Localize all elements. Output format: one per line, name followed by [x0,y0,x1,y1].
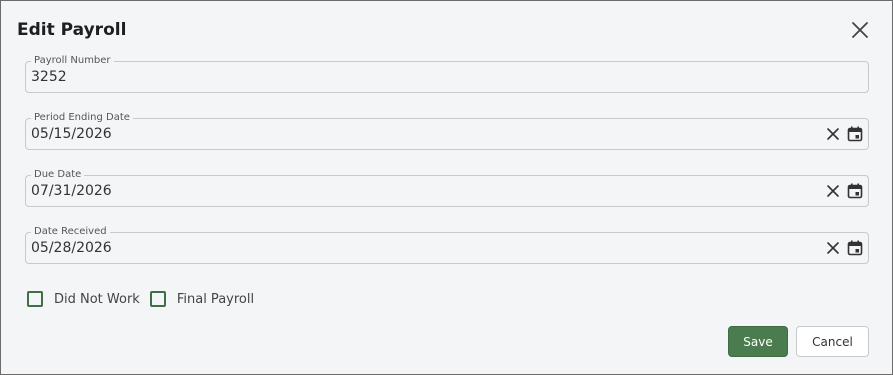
did-not-work-checkbox[interactable]: Did Not Work [27,291,140,307]
clear-icon [827,128,839,140]
due-date-input[interactable] [31,181,811,201]
checkbox-group: Did Not Work Final Payroll [27,291,264,307]
calendar-button[interactable] [846,124,864,144]
period-ending-date-label: Period Ending Date [31,111,133,124]
calendar-button[interactable] [846,238,864,258]
calendar-icon [847,240,863,256]
clear-icon [827,242,839,254]
cancel-button[interactable]: Cancel [796,326,869,357]
calendar-icon [847,183,863,199]
clear-icon [827,185,839,197]
close-button[interactable] [849,19,871,41]
dialog-title: Edit Payroll [17,20,127,40]
payroll-number-field: Payroll Number [25,54,869,93]
period-ending-date-input[interactable] [31,124,811,144]
period-ending-date-field: Period Ending Date [25,111,869,150]
clear-button[interactable] [824,124,842,144]
close-icon [852,22,868,38]
did-not-work-label: Did Not Work [54,291,140,307]
date-received-label: Date Received [31,225,110,238]
calendar-icon [847,126,863,142]
payroll-number-label: Payroll Number [31,54,114,67]
calendar-button[interactable] [846,181,864,201]
due-date-label: Due Date [31,168,85,181]
final-payroll-checkbox-box[interactable] [149,291,166,307]
save-button[interactable]: Save [728,326,788,357]
clear-button[interactable] [824,238,842,258]
payroll-number-input[interactable] [31,67,811,87]
date-received-input[interactable] [31,238,811,258]
did-not-work-checkbox-box[interactable] [27,291,43,307]
clear-button[interactable] [824,181,842,201]
date-received-field: Date Received [25,225,869,264]
edit-payroll-dialog: Edit Payroll Payroll Number Period Endin… [0,0,893,375]
final-payroll-checkbox[interactable]: Final Payroll [149,291,255,307]
due-date-field: Due Date [25,168,869,207]
final-payroll-label: Final Payroll [176,291,255,307]
